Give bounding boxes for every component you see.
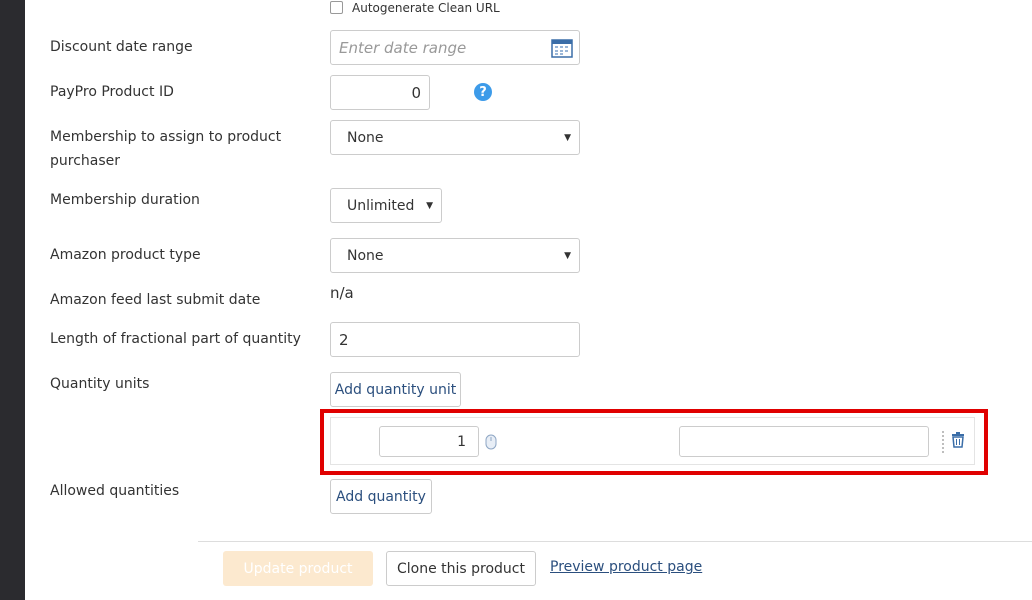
preview-product-link[interactable]: Preview product page: [550, 559, 702, 575]
left-sidebar-strip: [0, 0, 25, 600]
quantity-units-label: Quantity units: [50, 376, 150, 392]
add-quantity-unit-button[interactable]: Add quantity unit: [330, 372, 461, 407]
amazon-type-value: None: [347, 247, 384, 264]
paypro-id-input[interactable]: 0: [330, 75, 430, 110]
membership-value: None: [347, 129, 384, 146]
membership-select[interactable]: None ▼: [330, 120, 580, 155]
amazon-feed-value: n/a: [330, 284, 354, 302]
autogenerate-label: Autogenerate Clean URL: [352, 1, 500, 15]
help-icon[interactable]: ?: [474, 83, 492, 101]
calendar-icon[interactable]: [551, 38, 573, 58]
membership-label: Membership to assign to product purchase…: [50, 129, 282, 169]
fraction-length-input[interactable]: 2: [330, 322, 580, 357]
paypro-id-label: PayPro Product ID: [50, 84, 174, 100]
autogenerate-checkbox[interactable]: [330, 1, 343, 14]
add-quantity-button[interactable]: Add quantity: [330, 479, 432, 514]
discount-range-placeholder: Enter date range: [339, 38, 467, 57]
amazon-feed-label: Amazon feed last submit date: [50, 292, 261, 308]
amazon-type-label: Amazon product type: [50, 247, 201, 263]
allowed-quantities-label: Allowed quantities: [50, 483, 180, 499]
chevron-down-icon: ▼: [564, 132, 571, 143]
chevron-down-icon: ▼: [564, 250, 571, 261]
membership-duration-label: Membership duration: [50, 192, 200, 208]
footer-divider: [198, 541, 1032, 542]
fraction-length-value: 2: [339, 330, 349, 349]
membership-duration-value: Unlimited: [347, 197, 415, 214]
chevron-down-icon: ▼: [426, 200, 433, 211]
membership-duration-select[interactable]: Unlimited ▼: [330, 188, 442, 223]
highlight-frame: [320, 409, 988, 475]
discount-range-input[interactable]: Enter date range: [330, 30, 580, 65]
fraction-length-label: Length of fractional part of quantity: [50, 331, 301, 347]
update-product-button[interactable]: Update product: [223, 551, 373, 586]
amazon-type-select[interactable]: None ▼: [330, 238, 580, 273]
discount-range-label: Discount date range: [50, 39, 193, 55]
clone-product-button[interactable]: Clone this product: [386, 551, 536, 586]
paypro-id-value: 0: [411, 83, 421, 102]
